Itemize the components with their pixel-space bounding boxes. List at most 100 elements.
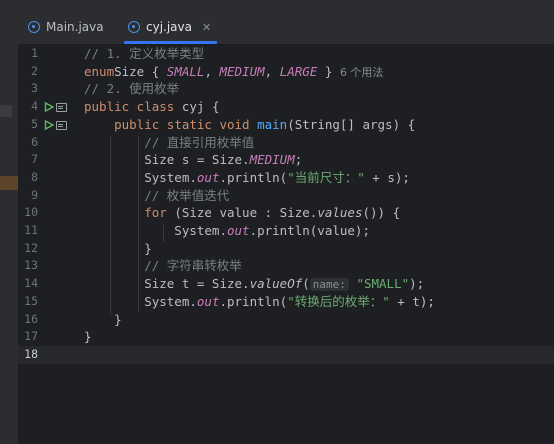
code-token: , xyxy=(204,63,220,79)
tab-main-java[interactable]: Main.java xyxy=(28,12,104,42)
line-number: 8 xyxy=(31,169,38,184)
code-token: out xyxy=(196,169,220,185)
code-line[interactable]: 5 public static void main(String[] args)… xyxy=(18,116,554,134)
editor-tab-bar: Main.java cyj.java ✕ xyxy=(18,0,554,45)
line-number: 2 xyxy=(31,63,38,78)
code-token: "SMALL" xyxy=(348,276,410,292)
tab-label: cyj.java xyxy=(146,20,192,34)
code-token: LARGE xyxy=(279,63,318,79)
indent-guide xyxy=(138,136,139,312)
code-text: // 2. 使用枚举 xyxy=(84,80,179,98)
code-line[interactable]: 1 // 1. 定义枚举类型 xyxy=(18,45,554,63)
code-text: } xyxy=(84,328,92,346)
run-gutter-icon[interactable] xyxy=(44,102,54,113)
code-line[interactable]: 9 // 枚举值迭代 xyxy=(18,187,554,205)
code-token: SMALL xyxy=(166,63,205,79)
code-token: values xyxy=(317,205,363,221)
line-number: 16 xyxy=(24,311,38,326)
code-line[interactable]: 16 } xyxy=(18,311,554,329)
close-icon[interactable]: ✕ xyxy=(202,21,211,34)
tool-window-marker-active[interactable] xyxy=(0,176,18,190)
code-text: System.out.println("转换后的枚举：" + t); xyxy=(84,293,435,311)
code-line[interactable]: 8 System.out.println("当前尺寸：" + s); xyxy=(18,169,554,187)
code-text: // 1. 定义枚举类型 xyxy=(84,45,204,63)
code-token: ( xyxy=(302,276,310,292)
code-text: System.out.println(value); xyxy=(84,222,370,240)
code-token: // 直接引用枚举值 xyxy=(144,134,255,150)
line-number: 9 xyxy=(31,187,38,202)
code-token: for xyxy=(144,205,167,221)
bookmark-gutter-icon[interactable] xyxy=(56,120,67,130)
code-line[interactable]: 18 xyxy=(18,345,554,364)
code-token: "转换后的枚举：" xyxy=(287,293,390,309)
code-token: (String[] args) { xyxy=(287,116,416,132)
tab-cyj-java[interactable]: cyj.java ✕ xyxy=(124,12,218,44)
line-number: 7 xyxy=(31,152,38,167)
indent-guide xyxy=(110,136,111,315)
code-text: // 枚举值迭代 xyxy=(84,187,229,205)
line-number: 5 xyxy=(31,116,38,131)
line-number: 18 xyxy=(24,346,38,361)
code-editor[interactable]: 1 // 1. 定义枚举类型 2 enumSize { SMALL, MEDIUM, … xyxy=(18,45,554,444)
code-line[interactable]: 7 Size s = Size.MEDIUM; xyxy=(18,151,554,169)
code-line[interactable]: 15 System.out.println("转换后的枚举：" + t); xyxy=(18,293,554,311)
code-text: public class cyj { xyxy=(84,98,219,116)
code-token: valueOf xyxy=(249,276,303,292)
code-token: .println( xyxy=(219,169,288,185)
java-class-icon xyxy=(28,21,40,33)
run-gutter-icon[interactable] xyxy=(44,119,54,130)
code-text: for (Size value : Size.values()) { xyxy=(84,204,400,222)
tool-window-marker[interactable] xyxy=(0,105,12,117)
line-number: 15 xyxy=(24,293,38,308)
indent-guide xyxy=(163,225,164,242)
code-text: System.out.println("当前尺寸：" + s); xyxy=(84,169,410,187)
code-line[interactable]: 14 Size t = Size.valueOf(name: "SMALL"); xyxy=(18,275,554,293)
code-token: out xyxy=(196,293,220,309)
code-line[interactable]: 13 // 字符串转枚举 xyxy=(18,257,554,275)
bookmark-gutter-icon[interactable] xyxy=(56,103,67,113)
code-token: } xyxy=(317,63,340,79)
code-token: Size t = Size. xyxy=(84,276,250,292)
code-token: Size { xyxy=(114,63,167,79)
code-line[interactable]: 12 } xyxy=(18,240,554,258)
code-text: Size t = Size.valueOf(name: "SMALL"); xyxy=(84,275,424,294)
code-token: , xyxy=(264,63,280,79)
code-line[interactable]: 3 // 2. 使用枚举 xyxy=(18,80,554,98)
code-token: public class xyxy=(84,99,175,115)
code-token: enum xyxy=(84,63,115,79)
line-number: 6 xyxy=(31,134,38,149)
code-text: } xyxy=(84,240,152,258)
tab-label: Main.java xyxy=(46,20,104,34)
code-token: Size s = Size. xyxy=(84,152,250,168)
code-token: MEDIUM xyxy=(249,152,295,168)
code-line[interactable]: 17} xyxy=(18,328,554,346)
code-line[interactable]: 11 System.out.println(value); xyxy=(18,222,554,240)
code-token: // 1. 定义枚举类型 xyxy=(84,46,205,61)
code-token: ()) { xyxy=(362,205,401,221)
code-token: main xyxy=(257,116,288,132)
left-tool-strip xyxy=(0,0,18,444)
code-token: + t); xyxy=(389,293,435,309)
code-line[interactable]: 2 enumSize { SMALL, MEDIUM, LARGE } 6 个用法 xyxy=(18,63,554,81)
line-number: 4 xyxy=(31,99,38,114)
code-token: System. xyxy=(84,169,197,185)
line-number: 17 xyxy=(24,329,38,344)
code-line[interactable]: 6 // 直接引用枚举值 xyxy=(18,134,554,152)
line-number: 11 xyxy=(24,223,38,237)
line-number: 13 xyxy=(24,258,38,273)
code-token: } xyxy=(84,240,152,256)
code-token: // 枚举值迭代 xyxy=(144,187,230,203)
code-line[interactable]: 10 for (Size value : Size.values()) { xyxy=(18,204,554,222)
code-token: } xyxy=(84,329,92,345)
line-number: 14 xyxy=(24,276,38,291)
code-line[interactable]: 4 public class cyj { xyxy=(18,98,554,116)
code-text: } xyxy=(84,311,122,329)
code-token: ); xyxy=(409,276,425,292)
usage-hint[interactable]: 6 个用法 xyxy=(340,66,384,79)
